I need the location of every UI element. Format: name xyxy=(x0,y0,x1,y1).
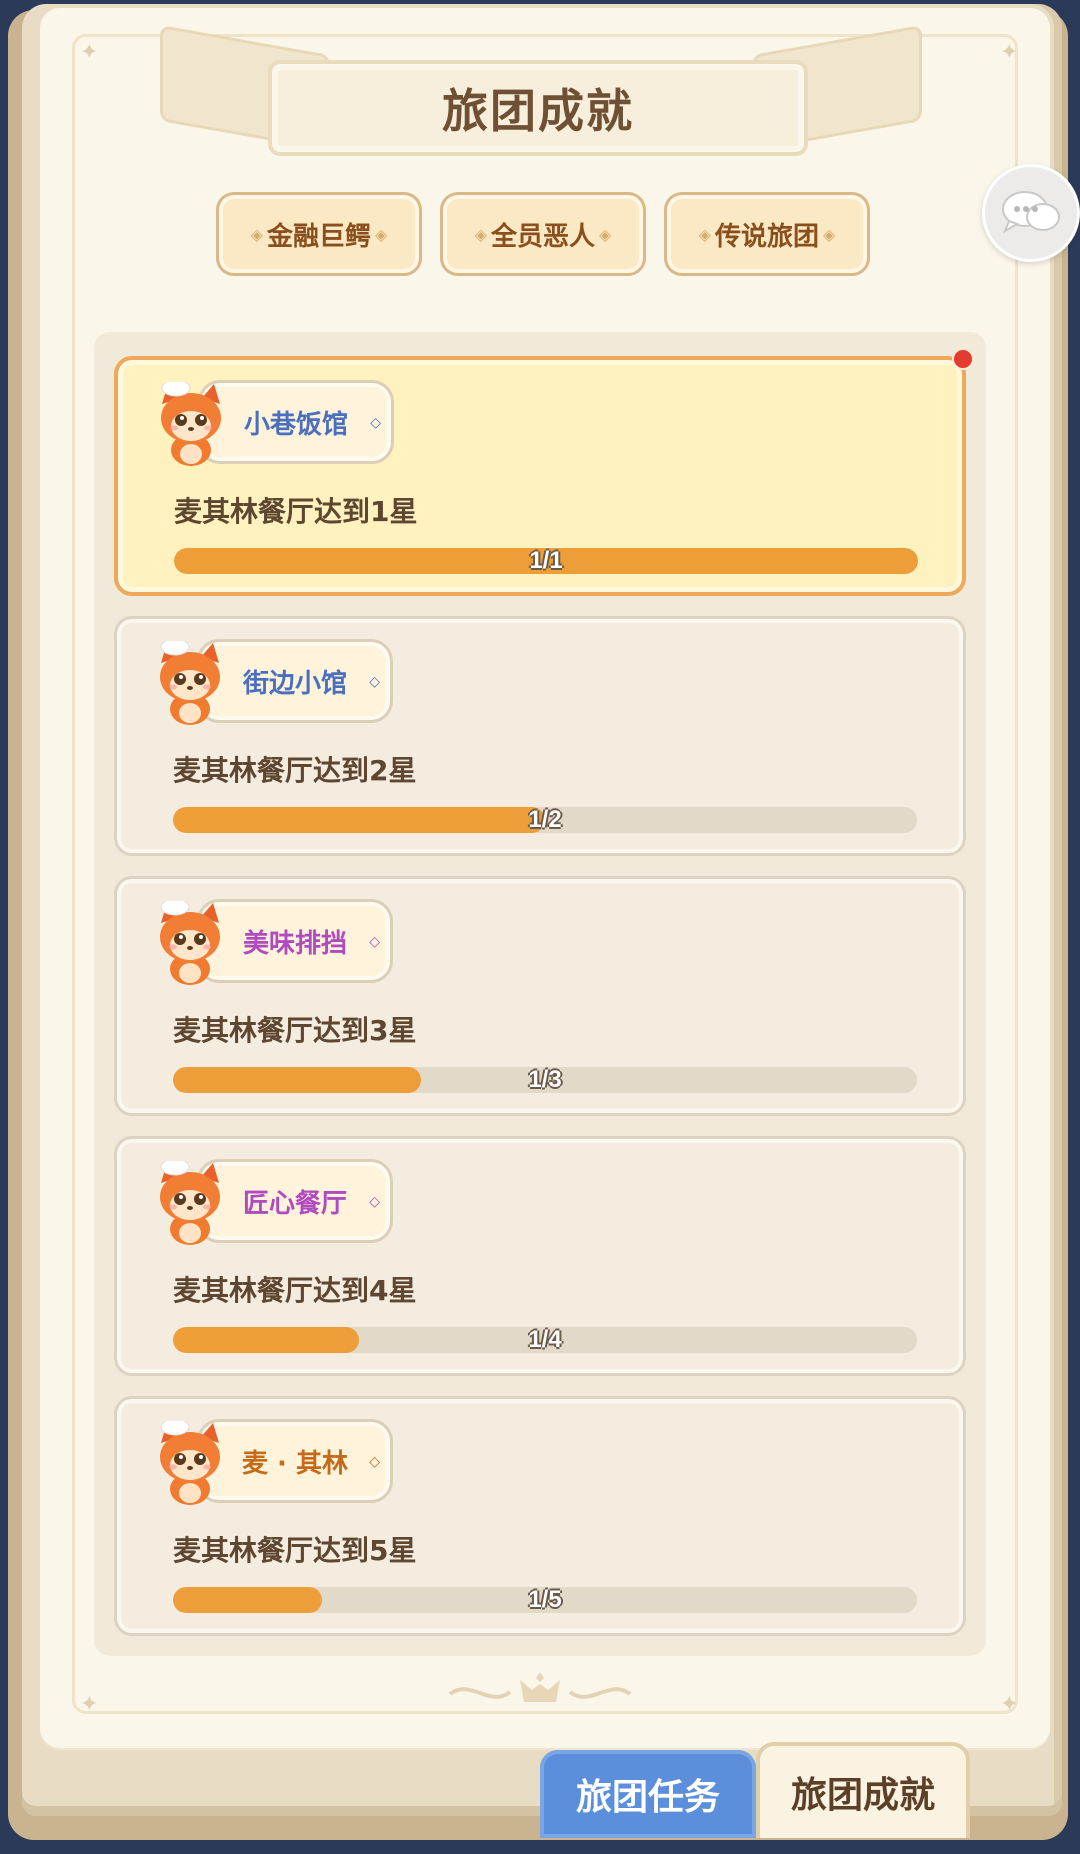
progress-label: 1/4 xyxy=(528,1327,562,1353)
fox-ornament-icon xyxy=(448,1672,632,1702)
corner-ornament-icon: ✦ xyxy=(80,1692,99,1717)
progress-bar: 1/2 xyxy=(173,807,917,833)
progress-bar: 1/1 xyxy=(174,548,918,574)
achievement-card[interactable]: 小巷饭馆 ◇ 麦其林餐厅达到1星 1/1 xyxy=(114,348,974,596)
diamond-deco-icon: ◇ xyxy=(369,1194,380,1210)
diamond-deco-icon: ◈ xyxy=(375,224,388,244)
badge-label: 街边小馆 xyxy=(242,668,347,699)
achievement-card[interactable]: 街边小馆 ◇ 麦其林餐厅达到2星 1/2 xyxy=(114,616,966,856)
tab-group-achievements[interactable]: 旅团成就 xyxy=(756,1742,970,1838)
tab-group-tasks[interactable]: 旅团任务 xyxy=(540,1750,756,1838)
diamond-deco-icon: ◇ xyxy=(369,674,380,690)
corner-ornament-icon: ✦ xyxy=(1000,1692,1019,1717)
diamond-deco-icon: ◈ xyxy=(698,224,711,244)
diamond-deco-icon: ◇ xyxy=(369,934,380,950)
achievement-task: 麦其林餐厅达到2星 xyxy=(173,754,417,787)
category-tab-legend-group[interactable]: ◈ 传说旅团 ◈ xyxy=(664,192,870,276)
fox-chef-mascot-icon xyxy=(160,901,220,985)
category-tab-financial-crocodile[interactable]: ◈ 金融巨鳄 ◈ xyxy=(216,192,422,276)
category-tab-label: 传说旅团 xyxy=(714,221,819,252)
achievement-task: 麦其林餐厅达到4星 xyxy=(173,1274,417,1307)
category-tab-label: 全员恶人 xyxy=(490,221,595,252)
fox-chef-mascot-icon xyxy=(161,382,221,466)
badge-label: 匠心餐厅 xyxy=(242,1188,347,1219)
category-tab-all-villains[interactable]: ◈ 全员恶人 ◈ xyxy=(440,192,646,276)
achievement-card[interactable]: 麦 · 其林 ◇ 麦其林餐厅达到5星 1/5 xyxy=(114,1396,966,1636)
achievement-card[interactable]: 匠心餐厅 ◇ 麦其林餐厅达到4星 1/4 xyxy=(114,1136,966,1376)
achievement-task: 麦其林餐厅达到1星 xyxy=(174,495,418,528)
chat-bubbles-icon xyxy=(1002,191,1060,234)
diamond-deco-icon: ◈ xyxy=(599,224,612,244)
progress-label: 1/2 xyxy=(528,807,562,833)
achievement-task: 麦其林餐厅达到5星 xyxy=(173,1534,417,1567)
fox-chef-mascot-icon xyxy=(160,641,220,725)
progress-bar: 1/4 xyxy=(173,1327,917,1353)
notification-dot xyxy=(952,348,974,370)
corner-ornament-icon: ✦ xyxy=(1000,40,1019,65)
title-plate: 旅团成就 xyxy=(268,60,808,156)
diamond-deco-icon: ◈ xyxy=(823,224,836,244)
diamond-deco-icon: ◇ xyxy=(370,415,381,431)
progress-label: 1/1 xyxy=(529,548,563,574)
fox-chef-mascot-icon xyxy=(160,1421,220,1505)
corner-ornament-icon: ✦ xyxy=(80,40,99,65)
fox-chef-mascot-icon xyxy=(160,1161,220,1245)
progress-bar: 1/5 xyxy=(173,1587,917,1613)
badge-label: 麦 · 其林 xyxy=(242,1448,348,1479)
tab-group-achievements-label: 旅团成就 xyxy=(790,1775,935,1816)
progress-label: 1/5 xyxy=(528,1587,562,1613)
category-tab-label: 金融巨鳄 xyxy=(266,221,371,252)
achievement-list[interactable]: 小巷饭馆 ◇ 麦其林餐厅达到1星 1/1 街边小馆 ◇ 麦其林餐厅达到2星 1/… xyxy=(94,332,986,1656)
achievement-task: 麦其林餐厅达到3星 xyxy=(173,1014,417,1047)
diamond-deco-icon: ◈ xyxy=(250,224,263,244)
progress-label: 1/3 xyxy=(528,1067,562,1093)
achievement-card[interactable]: 美味排挡 ◇ 麦其林餐厅达到3星 1/3 xyxy=(114,876,966,1116)
diamond-deco-icon: ◈ xyxy=(474,224,487,244)
badge-label: 小巷饭馆 xyxy=(243,409,348,440)
chat-button[interactable] xyxy=(982,164,1080,262)
diamond-deco-icon: ◇ xyxy=(369,1454,380,1470)
tab-group-tasks-label: 旅团任务 xyxy=(575,1777,720,1818)
progress-bar: 1/3 xyxy=(173,1067,917,1093)
badge-label: 美味排挡 xyxy=(242,928,347,959)
page-title: 旅团成就 xyxy=(442,85,634,137)
